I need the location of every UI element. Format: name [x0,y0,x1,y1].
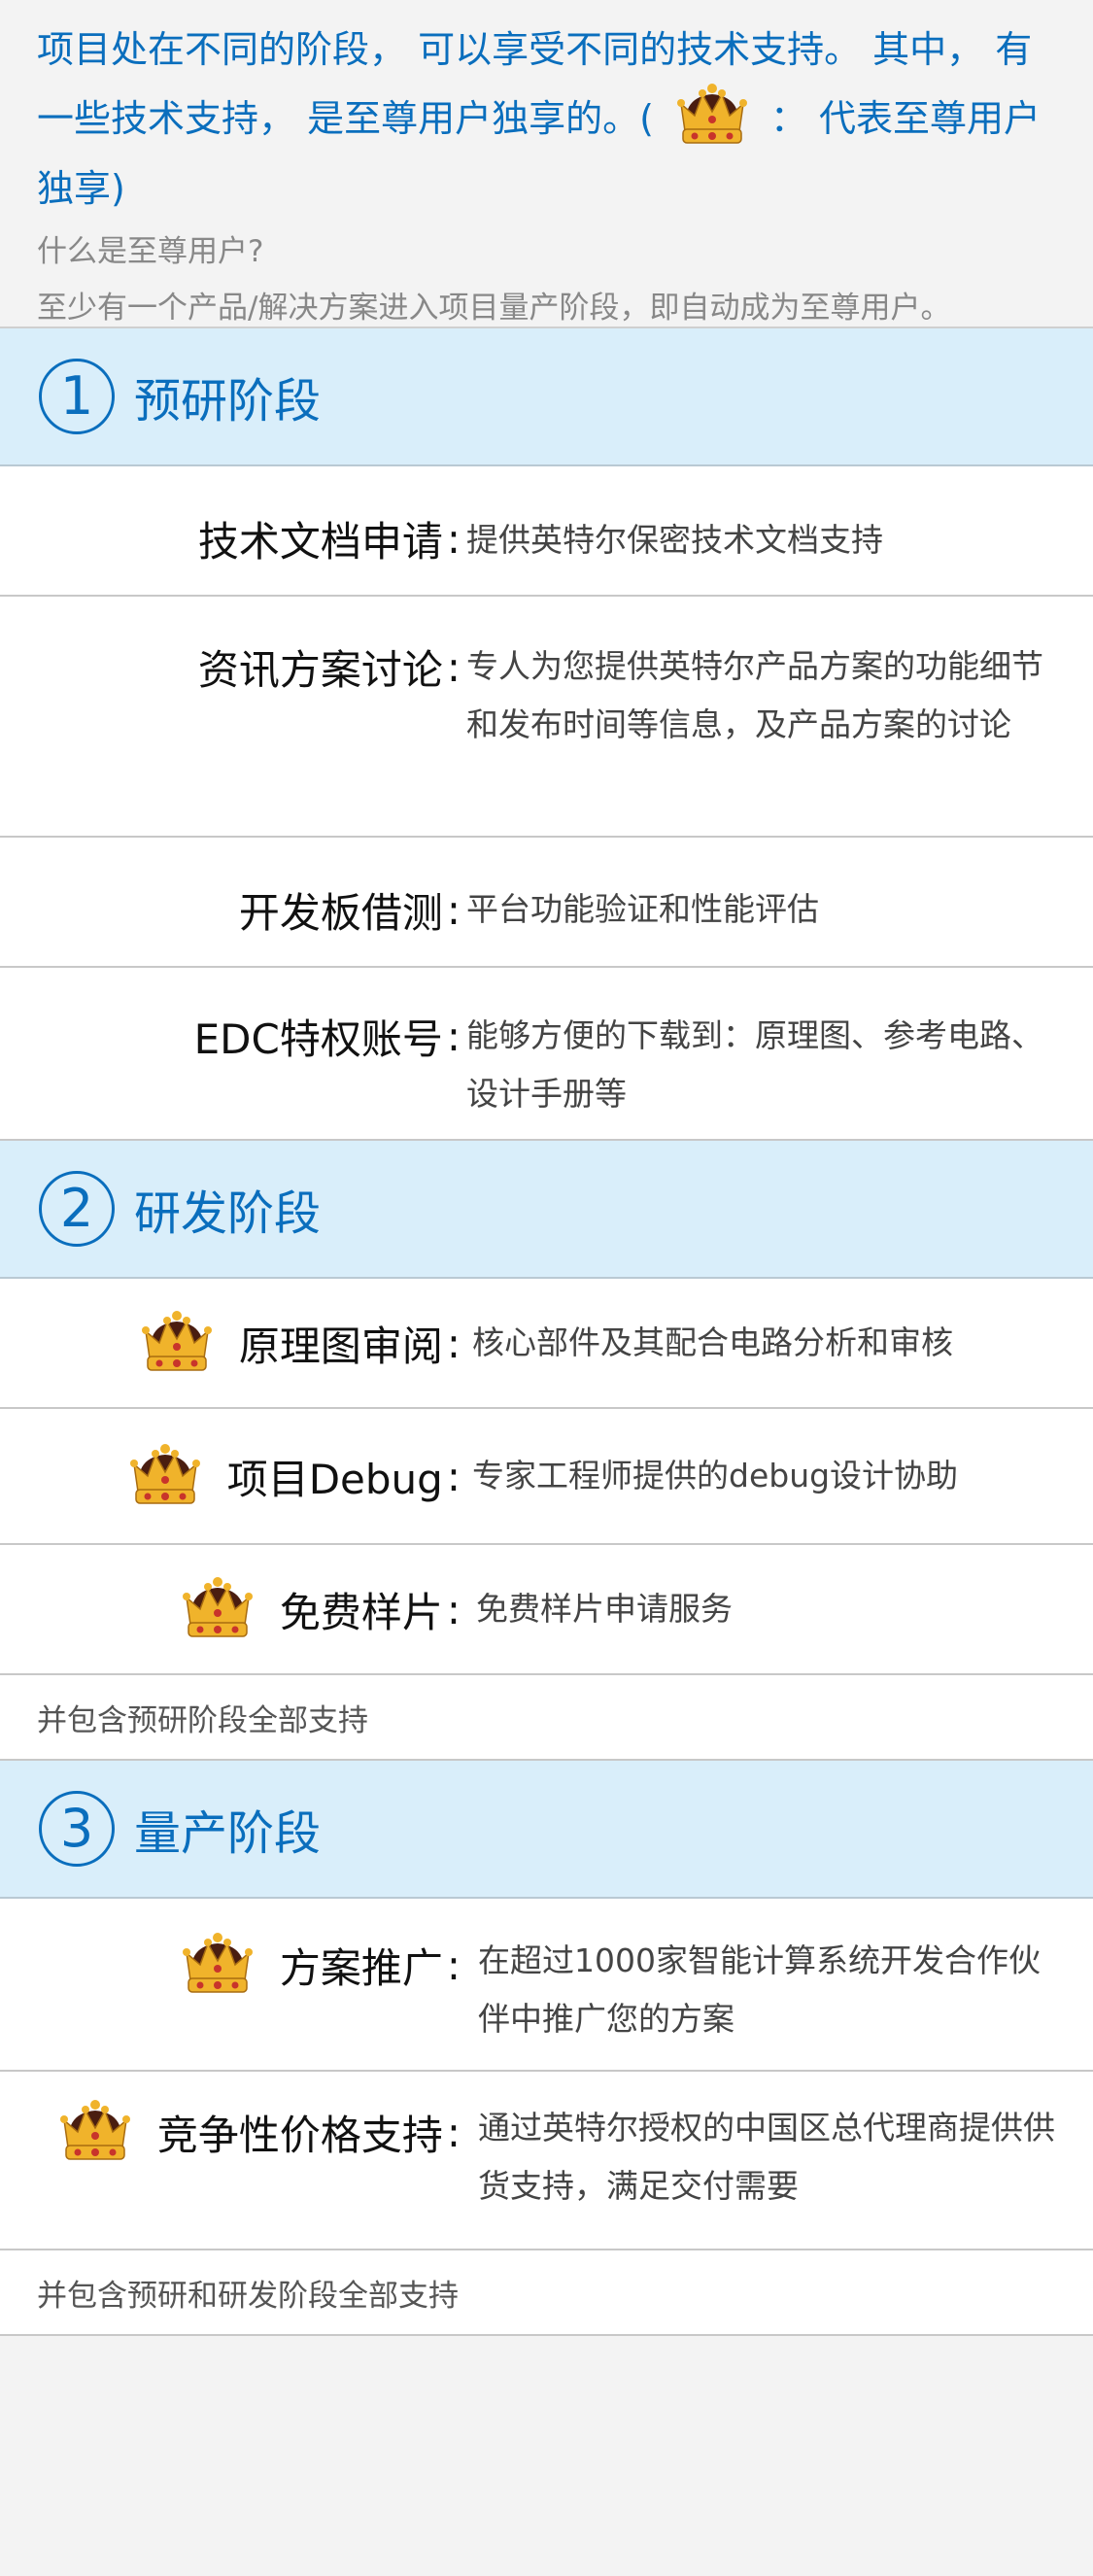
intro-answer: 至少有一个产品/解决方案进入项目量产阶段，即自动成为至尊用户。 [37,290,951,326]
stage-number-badge: 3 [39,1791,115,1867]
crown-icon [181,1932,255,1998]
stage-number-badge: 1 [39,359,115,434]
support-row-dev-board: 开发板借测: 平台功能验证和性能评估 [0,838,1093,968]
stage-note: 并包含预研阶段全部支持 [0,1675,1093,1761]
crown-icon [181,1576,255,1642]
support-row-solution-discussion: 资讯方案讨论: 专人为您提供英特尔产品方案的功能细节和发布时间等信息，及产品方案… [0,597,1093,838]
support-desc: 专家工程师提供的debug设计协助 [472,1457,959,1494]
stage-title: 研发阶段 [134,1186,322,1241]
support-desc: 核心部件及其配合电路分析和审核 [472,1323,953,1361]
support-label: 竞争性价格支持: [0,2099,466,2165]
intro-section: 项目处在不同的阶段， 可以享受不同的技术支持。 其中， 有一些技术支持， 是至尊… [0,0,1093,328]
support-label: 开发板借测: [238,886,461,937]
support-label: 技术文档申请: [197,515,461,566]
support-desc: 专人为您提供英特尔产品方案的功能细节和发布时间等信息，及产品方案的讨论 [466,647,1043,743]
stage-title: 预研阶段 [134,374,322,429]
support-row-competitive-pricing: 竞争性价格支持: 通过英特尔授权的中国区总代理商提供供货支持，满足交付需要 [0,2072,1093,2250]
crown-icon [128,1443,202,1509]
support-desc: 在超过1000家智能计算系统开发合作伙伴中推广您的方案 [478,1941,1041,2038]
page-bottom-space [0,2336,1093,2530]
support-row-free-samples: 免费样片: 免费样片申请服务 [0,1545,1093,1675]
support-row-tech-docs: 技术文档申请: 提供英特尔保密技术文档支持 [0,466,1093,597]
support-row-edc-account: EDC特权账号: 能够方便的下载到：原理图、参考电路、设计手册等 [0,968,1093,1141]
support-desc: 免费样片申请服务 [476,1590,733,1628]
support-desc: 平台功能验证和性能评估 [466,890,819,928]
support-desc: 能够方便的下载到：原理图、参考电路、设计手册等 [466,1016,1043,1113]
intro-text: 项目处在不同的阶段， 可以享受不同的技术支持。 其中， 有一些技术支持， 是至尊… [37,16,1056,223]
support-row-schematic-review: 原理图审阅: 核心部件及其配合电路分析和审核 [0,1279,1093,1409]
stage-header-research: 1 预研阶段 [0,328,1093,466]
intro-question: 什么是至尊用户? [37,233,264,269]
support-row-solution-promotion: 方案推广: 在超过1000家智能计算系统开发合作伙伴中推广您的方案 [0,1899,1093,2072]
support-label: EDC特权账号: [193,1013,461,1063]
stage-header-development: 2 研发阶段 [0,1141,1093,1279]
crown-icon [675,83,749,149]
support-label: 免费样片: [0,1576,466,1642]
support-label: 方案推广: [0,1932,466,1998]
stage-number-badge: 2 [39,1171,115,1247]
stage-header-mass-production: 3 量产阶段 [0,1761,1093,1899]
crown-icon [58,2099,132,2165]
support-label: 原理图审阅: [0,1310,466,1376]
support-label: 资讯方案讨论: [197,643,461,694]
support-desc: 提供英特尔保密技术文档支持 [466,521,883,559]
support-desc: 通过英特尔授权的中国区总代理商提供供货支持，满足交付需要 [478,2109,1055,2205]
support-row-project-debug: 项目Debug: 专家工程师提供的debug设计协助 [0,1409,1093,1545]
stage-note: 并包含预研和研发阶段全部支持 [0,2250,1093,2336]
crown-icon [140,1310,214,1376]
support-label: 项目Debug: [0,1443,466,1509]
stage-title: 量产阶段 [134,1806,322,1861]
